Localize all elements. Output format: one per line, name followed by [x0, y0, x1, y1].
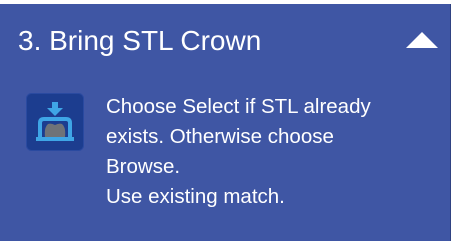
step-panel: 3. Bring STL Crown Choose Select if STL …	[0, 4, 451, 241]
import-crown-icon	[26, 93, 84, 151]
collapse-button[interactable]	[402, 26, 442, 54]
description-line: Browse.	[106, 155, 181, 178]
panel-header[interactable]: 3. Bring STL Crown	[0, 4, 450, 78]
step-description: Choose Select if STL already exists. Oth…	[106, 92, 441, 212]
description-line: Use existing match.	[106, 185, 285, 208]
triangle-up-icon	[406, 32, 438, 48]
description-line: Choose Select if STL already	[106, 95, 371, 118]
description-line: exists. Otherwise choose	[106, 125, 334, 148]
panel-title: 3. Bring STL Crown	[18, 25, 262, 56]
